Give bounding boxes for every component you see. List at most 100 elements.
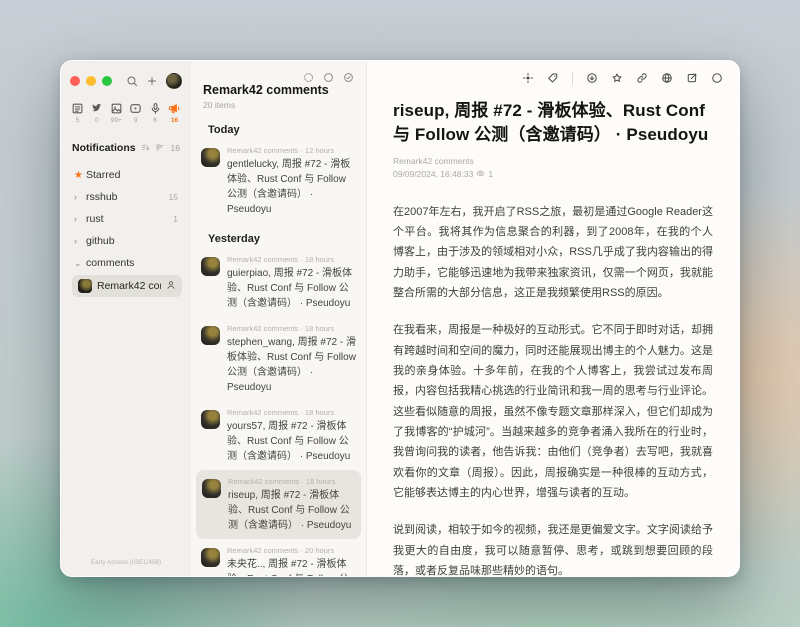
view-unread-count: 5: [76, 117, 80, 124]
article-panel: riseup, 周报 #72 - 滑板体验、Rust Conf 与 Follow…: [367, 61, 739, 576]
zoom-window-button[interactable]: [102, 76, 112, 86]
item-title: 未央花.., 周报 #72 - 滑板体验、Rust Conf 与 Follow …: [227, 557, 357, 576]
sidebar-item-rust[interactable]: › rust 1: [70, 208, 182, 230]
user-avatar[interactable]: [166, 73, 182, 89]
social-icon: [90, 102, 103, 115]
list-item[interactable]: Remark42 comments · 20 hours 未央花.., 周报 #…: [191, 539, 366, 576]
view-unread-count: 99+: [111, 117, 122, 124]
titlebar: [70, 72, 182, 90]
view-tab-picture[interactable]: 99+: [110, 102, 123, 124]
item-title: yours57, 周报 #72 - 滑板体验、Rust Conf 与 Follo…: [227, 419, 357, 464]
sidebar-item-github[interactable]: › github: [70, 230, 182, 252]
article-content[interactable]: riseup, 周报 #72 - 滑板体验、Rust Conf 与 Follow…: [367, 91, 739, 576]
open-in-browser-icon[interactable]: [661, 72, 673, 84]
item-avatar: [201, 148, 220, 167]
item-avatar: [201, 548, 220, 567]
feed-unread-count: 1: [173, 214, 178, 224]
app-window: 5 0 99+ 9 6 16: [60, 60, 740, 577]
item-title: riseup, 周报 #72 - 滑板体验、Rust Conf 与 Follow…: [228, 488, 356, 533]
list-item[interactable]: Remark42 comments · 12 hours gentlelucky…: [191, 139, 366, 223]
chevron-icon[interactable]: ›: [74, 236, 86, 246]
item-meta: Remark42 comments · 12 hours: [227, 146, 357, 155]
item-avatar: [202, 479, 221, 498]
list-section-header: Today: [191, 114, 366, 139]
item-avatar: [201, 257, 220, 276]
view-tab-video[interactable]: 9: [129, 102, 142, 124]
sidebar-item-remark42-comments[interactable]: Remark42 comments: [72, 275, 182, 297]
item-meta: Remark42 comments · 18 hours: [227, 408, 357, 417]
window-controls: [70, 76, 112, 86]
view-tab-social[interactable]: 0: [90, 102, 103, 124]
item-title: gentlelucky, 周报 #72 - 滑板体验、Rust Conf 与 F…: [227, 157, 357, 217]
feed-favicon: [78, 279, 92, 293]
view-unread-count: 9: [134, 117, 138, 124]
star-icon[interactable]: ★: [74, 170, 86, 181]
item-meta: Remark42 comments · 18 hours: [228, 477, 356, 486]
notification-icon: [168, 102, 181, 115]
notifications-section-header: Notifications 16: [70, 139, 182, 157]
article-icon: [71, 102, 84, 115]
copy-link-icon[interactable]: [636, 72, 648, 84]
article-paragraph: 在2007年左右，我开启了RSS之旅，最初是通过Google Reader这个平…: [393, 202, 713, 304]
mark-unread-icon[interactable]: [711, 72, 723, 84]
ai-tag-icon[interactable]: [547, 72, 559, 84]
search-icon[interactable]: [126, 75, 138, 87]
minimize-window-button[interactable]: [86, 76, 96, 86]
video-icon: [129, 102, 142, 115]
sidebar-item-starred[interactable]: ★ Starred: [70, 164, 182, 186]
article-title: riseup, 周报 #72 - 滑板体验、Rust Conf 与 Follow…: [393, 99, 713, 147]
entry-list: Today Remark42 comments · 12 hours gentl…: [191, 114, 366, 576]
add-subscription-icon[interactable]: [146, 75, 158, 87]
article-feed-name: Remark42 comments: [393, 156, 713, 166]
list-item[interactable]: Remark42 comments · 18 hours guierpiao, …: [191, 248, 366, 317]
share-icon[interactable]: [686, 72, 698, 84]
picture-icon: [110, 102, 123, 115]
view-count: 1: [488, 169, 493, 179]
item-avatar: [201, 326, 220, 345]
focus-mode-icon[interactable]: [522, 72, 534, 84]
article-toolbar: [367, 61, 739, 91]
list-item[interactable]: Remark42 comments · 18 hours yours57, 周报…: [191, 401, 366, 470]
sidebar-item-comments[interactable]: ⌄ comments: [70, 252, 182, 274]
star-icon[interactable]: [611, 72, 623, 84]
chevron-icon[interactable]: ›: [74, 214, 86, 224]
chevron-icon[interactable]: ⌄: [74, 258, 86, 269]
refresh-icon[interactable]: [303, 70, 314, 88]
sort-list-icon[interactable]: [141, 139, 150, 157]
chevron-icon[interactable]: ›: [74, 192, 86, 202]
toolbar-divider: [572, 72, 573, 85]
item-avatar: [201, 410, 220, 429]
list-item[interactable]: Remark42 comments · 18 hours riseup, 周报 …: [196, 470, 361, 539]
view-unread-count: 6: [153, 117, 157, 124]
article-paragraph: 在我看来，周报是一种极好的互动形式。它不同于即时对话，却拥有跨越时间和空间的魔力…: [393, 320, 713, 503]
list-item-count: 20 items: [203, 100, 354, 110]
unread-filter-icon[interactable]: [323, 70, 334, 88]
item-meta: Remark42 comments · 18 hours: [227, 324, 357, 333]
article-body: 在2007年左右，我开启了RSS之旅，最初是通过Google Reader这个平…: [393, 202, 713, 576]
readability-icon[interactable]: [586, 72, 598, 84]
sidebar-item-rsshub[interactable]: › rsshub 15: [70, 186, 182, 208]
section-title: Notifications: [72, 142, 141, 154]
list-item[interactable]: Remark42 comments · 18 hours stephen_wan…: [191, 317, 366, 401]
item-title: guierpiao, 周报 #72 - 滑板体验、Rust Conf 与 Fol…: [227, 266, 357, 311]
close-window-button[interactable]: [70, 76, 80, 86]
audio-icon: [149, 102, 162, 115]
mark-all-read-icon[interactable]: [343, 70, 354, 88]
item-meta: Remark42 comments · 20 hours: [227, 546, 357, 555]
eye-icon: [476, 169, 485, 180]
article-paragraph: 说到阅读，相较于如今的视频，我还是更偏爱文字。文字阅读给予我更大的自由度，我可以…: [393, 520, 713, 576]
view-switcher: 5 0 99+ 9 6 16: [70, 102, 182, 124]
view-tab-notification[interactable]: 16: [168, 102, 181, 124]
sidebar: 5 0 99+ 9 6 16: [61, 61, 191, 576]
article-date-row: 09/09/2024, 16:48:33 1: [393, 169, 713, 180]
section-unread-count: 16: [171, 143, 180, 153]
item-meta: Remark42 comments · 18 hours: [227, 255, 357, 264]
view-tab-article[interactable]: 5: [71, 102, 84, 124]
view-tab-audio[interactable]: 6: [149, 102, 162, 124]
version-label: Early Access (03EC456): [70, 559, 182, 568]
list-section-header: Yesterday: [191, 223, 366, 248]
view-unread-count: 0: [95, 117, 99, 124]
group-list-icon[interactable]: [155, 139, 164, 157]
entry-list-panel: Remark42 comments 20 items Today Remark4…: [191, 61, 367, 576]
bot-icon: [166, 280, 176, 293]
